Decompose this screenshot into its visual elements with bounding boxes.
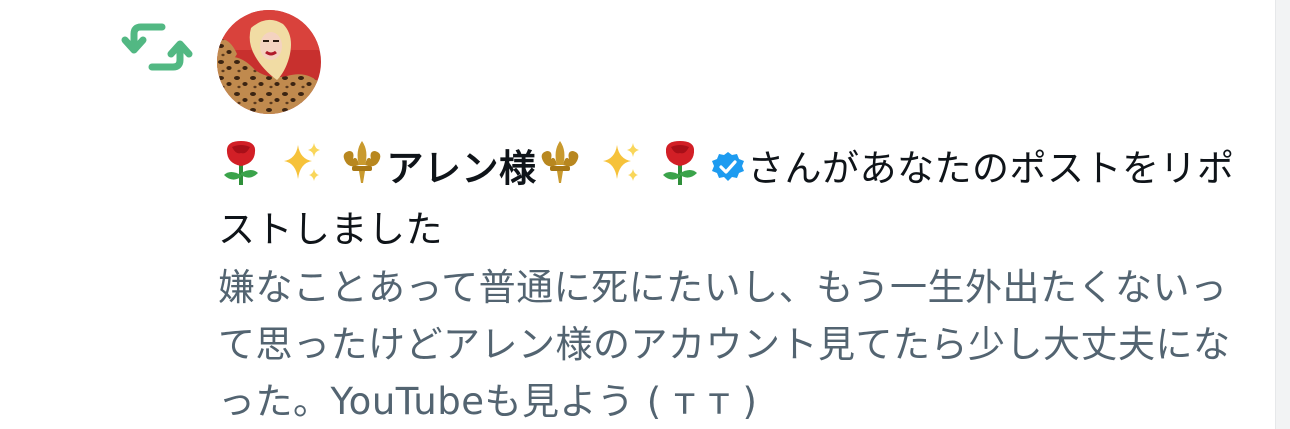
- fleur-de-lis-emoji: [339, 139, 385, 202]
- sparkles-emoji: [597, 139, 643, 202]
- scroll-edge: [1275, 0, 1290, 429]
- rose-emoji: [657, 139, 703, 202]
- verified-badge-icon: [711, 145, 745, 200]
- notification-headline: アレン様 さんがあなたのポストをリポストしました: [218, 139, 1238, 257]
- fleur-de-lis-emoji: [537, 139, 583, 202]
- rose-emoji: [218, 139, 264, 202]
- post-text[interactable]: 嫌なことあって普通に死にたいし、もう一生外出たくないって思ったけどアレン様のアカ…: [218, 259, 1238, 429]
- notification-content: アレン様 さんがあなたのポストをリポストしました 嫌なことあって普通に死にたいし…: [218, 139, 1238, 429]
- sparkles-emoji: [278, 139, 324, 202]
- retweet-icon: [120, 18, 194, 76]
- retweet-notification[interactable]: アレン様 さんがあなたのポストをリポストしました 嫌なことあって普通に死にたいし…: [0, 0, 1290, 429]
- user-display-name[interactable]: アレン様: [387, 147, 537, 190]
- user-avatar[interactable]: [217, 10, 321, 114]
